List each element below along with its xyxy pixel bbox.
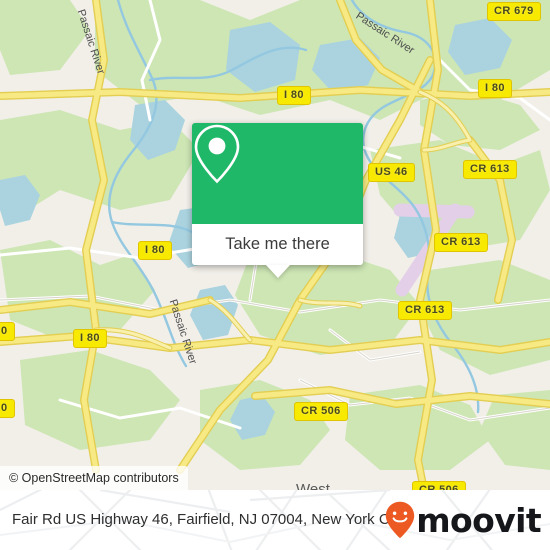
road-shield: CR 613	[434, 233, 488, 252]
map-label: West	[296, 481, 330, 490]
road-shield: CR 506	[294, 402, 348, 421]
moovit-wordmark: moovit	[416, 500, 541, 540]
footer-bar: Fair Rd US Highway 46, Fairfield, NJ 070…	[0, 490, 550, 550]
road-shield: CR 613	[398, 301, 452, 320]
road-shield: I 80	[478, 79, 512, 98]
map-popup-card[interactable]: Take me there	[192, 123, 363, 278]
popup-pointer-tail	[265, 265, 290, 278]
road-shield: I 80	[138, 241, 172, 260]
take-me-there-label: Take me there	[225, 235, 330, 253]
map-attribution[interactable]: © OpenStreetMap contributors	[0, 466, 188, 490]
location-pin-icon	[194, 124, 240, 184]
road-shield: 0	[0, 399, 15, 418]
road-shield: I 80	[73, 329, 107, 348]
moovit-map-screenshot: Passaic River Passaic River Passaic River W…	[0, 0, 550, 550]
road-shield: 0	[0, 322, 15, 341]
road-shield: I 80	[277, 86, 311, 105]
road-shield: CR 679	[487, 2, 541, 21]
popup-image-area	[192, 123, 363, 224]
address-text: Fair Rd US Highway 46, Fairfield, NJ 070…	[12, 511, 405, 528]
road-shield: CR 613	[463, 160, 517, 179]
road-shield: US 46	[368, 163, 415, 182]
moovit-logo[interactable]: moovit	[385, 500, 542, 540]
road-shield: CR 506	[412, 481, 466, 490]
attribution-text: © OpenStreetMap contributors	[9, 471, 179, 485]
map-canvas[interactable]: Passaic River Passaic River Passaic River W…	[0, 0, 550, 490]
take-me-there-button[interactable]: Take me there	[192, 224, 363, 265]
moovit-pin-smiley-icon	[386, 501, 415, 539]
